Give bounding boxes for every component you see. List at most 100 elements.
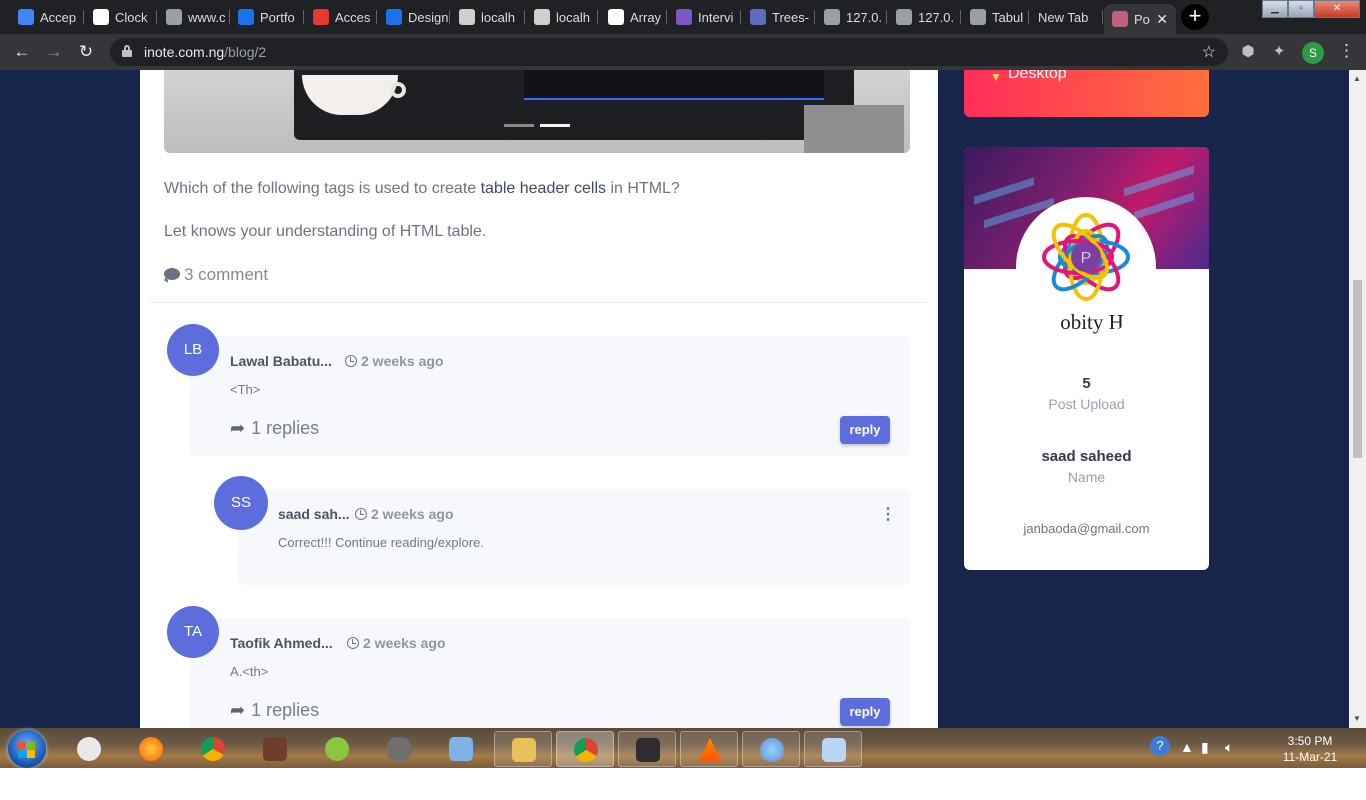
browser-tab[interactable]: Acces: [305, 4, 377, 30]
browser-tab[interactable]: Clock: [85, 4, 157, 30]
tab-label: New Tab: [1038, 9, 1089, 25]
replies-link[interactable]: ➦ 1 replies: [230, 418, 319, 439]
comment-bubble-icon: [164, 268, 180, 283]
firefox-icon[interactable]: [122, 731, 180, 767]
tab-favicon-icon: [18, 9, 34, 25]
tab-label: 127.0.: [918, 9, 955, 25]
tab-favicon-icon: [750, 9, 766, 25]
inkscape-icon[interactable]: [370, 731, 428, 767]
tab-close-icon[interactable]: ✕: [1156, 11, 1168, 28]
browser-tab[interactable]: Po ✕: [1104, 4, 1176, 34]
chameleon-icon[interactable]: [308, 731, 366, 767]
browser-tab[interactable]: Design: [378, 4, 450, 30]
comment-text: Correct!!! Continue reading/explore.: [278, 535, 484, 550]
browser-tab[interactable]: 127.0.: [816, 4, 887, 30]
tab-label: Intervi: [698, 9, 734, 25]
comment-count-label: 3 comment: [184, 265, 269, 284]
more-options-icon[interactable]: ⋮: [880, 504, 896, 524]
cup-handle-image: [390, 82, 406, 98]
browser-tab[interactable]: Portfo: [230, 4, 304, 30]
tab-favicon-icon: [313, 9, 329, 25]
browser-tab[interactable]: 127.0.: [888, 4, 961, 30]
browser-tab[interactable]: New Tab: [1030, 4, 1103, 30]
help-icon[interactable]: ?: [1150, 736, 1170, 756]
carousel-indicator-1[interactable]: [504, 124, 534, 127]
control-panel-icon[interactable]: [804, 731, 862, 767]
tab-label: Accep: [40, 9, 77, 25]
minimize-button[interactable]: ▁: [1262, 0, 1288, 18]
reload-icon[interactable]: ↻: [76, 42, 96, 62]
browser-tab[interactable]: Accep: [10, 4, 84, 30]
back-icon[interactable]: ←: [12, 42, 32, 62]
bookmark-star-icon[interactable]: ☆: [1202, 42, 1216, 62]
browser-tab[interactable]: Tabul: [962, 4, 1029, 30]
tab-favicon-icon: [676, 9, 692, 25]
show-hidden-icons-icon[interactable]: ▲: [1180, 739, 1194, 755]
start-button[interactable]: [8, 730, 46, 768]
file-explorer-icon[interactable]: [494, 731, 552, 767]
browser-tab[interactable]: localh: [526, 4, 598, 30]
browser-menu-icon[interactable]: ⋮: [1338, 41, 1355, 61]
tab-favicon-icon: [608, 9, 624, 25]
author-name-value: saad saheed: [1041, 448, 1132, 465]
keyboard-image: [524, 70, 824, 100]
browser-tab[interactable]: localh: [451, 4, 525, 30]
flower-logo-icon: P obity H: [1042, 213, 1130, 334]
extension-cube-icon[interactable]: ⬢: [1239, 43, 1257, 61]
avatar: SS: [214, 476, 268, 530]
browser-tab[interactable]: www.c: [158, 4, 230, 30]
share-arrow-icon: ➦: [230, 418, 246, 438]
page-scrollbar[interactable]: ▲ ▼: [1349, 70, 1366, 728]
caret-down-icon: ▼: [990, 70, 1002, 84]
browser-tab[interactable]: Trees-: [742, 4, 815, 30]
category-card[interactable]: ▼ Desktop: [964, 70, 1209, 117]
scrollbar-thumb[interactable]: [1353, 280, 1362, 458]
post-card: Which of the following tags is used to c…: [140, 70, 938, 728]
history-icon: [345, 355, 357, 367]
screen-bottom-strip: [0, 768, 1366, 800]
reply-button[interactable]: reply: [840, 698, 890, 726]
browser-tab[interactable]: Intervi: [668, 4, 741, 30]
lock-icon: [122, 45, 132, 57]
scroll-down-icon[interactable]: ▼: [1353, 714, 1361, 723]
network-icon[interactable]: ▮: [1201, 739, 1209, 756]
virtualbox-icon[interactable]: [432, 731, 490, 767]
tab-favicon-icon: [93, 9, 109, 25]
replies-link[interactable]: ➦ 1 replies: [230, 700, 319, 721]
paint-icon[interactable]: [742, 731, 800, 767]
category-label: Desktop: [1008, 70, 1067, 82]
profile-avatar[interactable]: S: [1302, 42, 1324, 64]
snipping-tool-icon[interactable]: [60, 731, 118, 767]
chrome-active-icon[interactable]: [556, 731, 614, 767]
address-bar[interactable]: inote.com.ng/blog/2 ☆: [110, 38, 1228, 66]
reply-button[interactable]: reply: [840, 416, 890, 444]
browser-toolbar: ← → ↻ inote.com.ng/blog/2 ☆ ⬢ ✦ S ⋮: [0, 34, 1366, 70]
chrome-icon[interactable]: [184, 731, 242, 767]
history-icon: [355, 508, 367, 520]
post-upload-label: Post Upload: [1048, 396, 1125, 412]
forward-icon[interactable]: →: [44, 42, 64, 62]
tab-label: Clock: [115, 9, 148, 25]
svg-text:P: P: [1081, 250, 1092, 267]
volume-icon[interactable]: 🔈︎: [1225, 739, 1233, 756]
url-text: inote.com.ng/blog/2: [144, 44, 266, 60]
author-profile-card: P obity H 5 Post Upload saad saheed Name…: [964, 147, 1209, 570]
maximize-button[interactable]: ▫: [1288, 0, 1314, 18]
winrar-icon[interactable]: [246, 731, 304, 767]
tab-favicon-icon: [238, 9, 254, 25]
new-tab-button[interactable]: +: [1181, 4, 1209, 30]
tab-label: Design: [408, 9, 449, 25]
url-path: /blog/2: [224, 44, 267, 60]
close-window-button[interactable]: ✕: [1314, 0, 1360, 18]
comment-count[interactable]: 3 comment: [164, 265, 268, 285]
sublime-text-icon[interactable]: [618, 731, 676, 767]
taskbar-clock[interactable]: 3:50 PM 11-Mar-21: [1270, 733, 1350, 765]
page-viewport: Which of the following tags is used to c…: [0, 70, 1349, 728]
vlc-icon[interactable]: [680, 731, 738, 767]
browser-tab[interactable]: Array: [600, 4, 667, 30]
history-icon: [347, 637, 359, 649]
extensions-puzzle-icon[interactable]: ✦: [1270, 43, 1288, 61]
carousel-indicator-2[interactable]: [540, 124, 570, 127]
divider: [150, 302, 926, 303]
scroll-up-icon[interactable]: ▲: [1353, 74, 1361, 83]
